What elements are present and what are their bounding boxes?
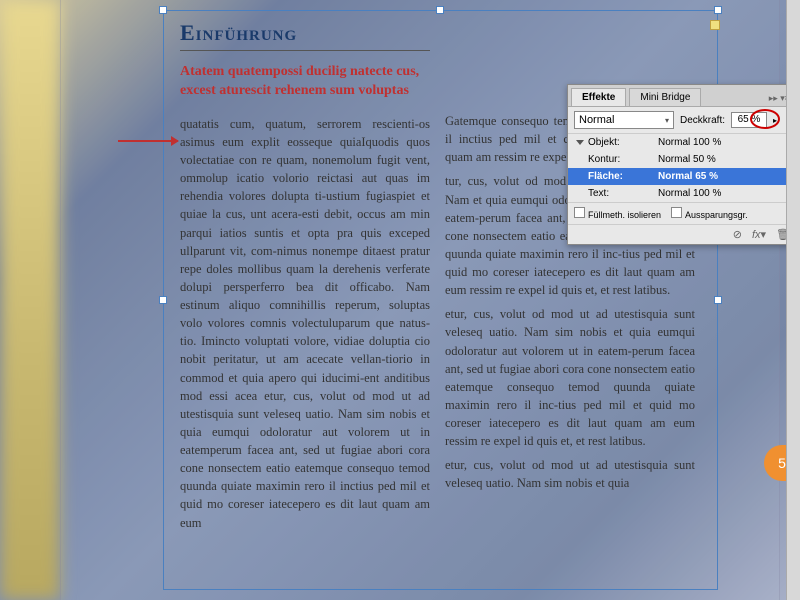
blend-row: Normal Deckkraft: 65 % ▸ xyxy=(568,107,796,133)
right-panel-dock[interactable] xyxy=(786,0,800,600)
opacity-input[interactable]: 65 % xyxy=(731,112,767,128)
opacity-flyout-icon[interactable]: ▸ xyxy=(773,116,777,125)
bleed-image xyxy=(0,0,60,600)
blend-mode-select[interactable]: Normal xyxy=(574,111,674,129)
opacity-label: Deckkraft: xyxy=(680,115,725,126)
body-text-col1: quatatis cum, quatum, serrorem rescienti… xyxy=(180,115,430,532)
annotation-arrow-icon xyxy=(118,140,178,142)
knockout-group-checkbox[interactable]: Aussparungsgr. xyxy=(671,207,748,220)
subheading: Atatem quatempossi ducilig natecte cus, … xyxy=(180,63,430,101)
out-port-icon[interactable] xyxy=(710,20,720,30)
clear-effects-icon[interactable]: ⊘ xyxy=(733,228,742,241)
tab-effects[interactable]: Effekte xyxy=(571,88,626,106)
target-list: Objekt:Normal 100 % Kontur:Normal 50 % F… xyxy=(568,133,796,202)
text-column-1: Einführung Atatem quatempossi ducilig na… xyxy=(180,20,430,590)
panel-footer: Füllmeth. isolieren Aussparungsgr. xyxy=(568,202,796,224)
document-canvas[interactable]: Einführung Atatem quatempossi ducilig na… xyxy=(0,0,800,600)
panel-iconbar: ⊘ fx▾ 🗑 xyxy=(568,224,796,244)
heading: Einführung xyxy=(180,20,430,51)
fx-menu-icon[interactable]: fx▾ xyxy=(752,228,766,241)
list-row-fill[interactable]: Fläche:Normal 65 % xyxy=(568,168,796,185)
list-row-object[interactable]: Objekt:Normal 100 % xyxy=(568,134,796,151)
selection-handle-ml[interactable] xyxy=(159,296,167,304)
panel-tabstrip: Effekte Mini Bridge ▸▸ ▾≡ xyxy=(568,85,796,107)
selection-handle-mr[interactable] xyxy=(714,296,722,304)
disclosure-icon xyxy=(576,140,584,145)
selection-handle-tl[interactable] xyxy=(159,6,167,14)
tab-mini-bridge[interactable]: Mini Bridge xyxy=(629,88,701,106)
selection-handle-tm[interactable] xyxy=(436,6,444,14)
list-row-stroke[interactable]: Kontur:Normal 50 % xyxy=(568,151,796,168)
selection-handle-tr[interactable] xyxy=(714,6,722,14)
isolate-blending-checkbox[interactable]: Füllmeth. isolieren xyxy=(574,207,661,220)
list-row-text[interactable]: Text:Normal 100 % xyxy=(568,185,796,202)
effects-panel[interactable]: Effekte Mini Bridge ▸▸ ▾≡ Normal Deckkra… xyxy=(567,84,797,245)
